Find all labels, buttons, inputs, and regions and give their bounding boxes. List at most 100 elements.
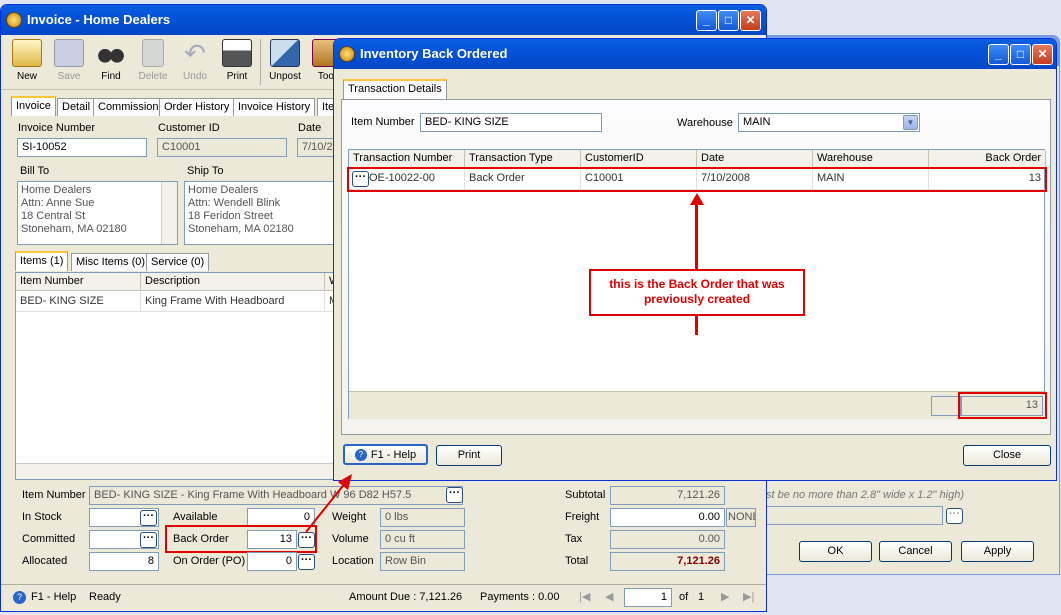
close-button[interactable]: ✕ — [1032, 44, 1053, 65]
apply-button[interactable]: Apply — [961, 541, 1034, 562]
item-lookup-button[interactable]: ··· — [446, 487, 463, 503]
save-label: Save — [57, 71, 81, 82]
page-of-label: of — [679, 591, 689, 603]
committed-detail-button[interactable]: ··· — [140, 532, 157, 548]
ship-to-field[interactable]: Home Dealers Attn: Wendell Blink 18 Feri… — [184, 181, 337, 245]
date-field[interactable]: 7/10/2 — [297, 138, 337, 157]
total-field[interactable]: 7,121.26 — [610, 552, 725, 571]
on-order-field[interactable]: 0 — [247, 552, 297, 571]
table-row[interactable]: BED- KING SIZE King Frame With Headboard… — [16, 292, 338, 312]
tab-invoice-history[interactable]: Invoice History — [233, 98, 316, 116]
tax-label: Tax — [565, 533, 583, 545]
delete-icon — [142, 39, 164, 67]
bo-item-number-label: Item Number — [351, 116, 415, 128]
find-icon — [96, 39, 126, 67]
on-order-detail-button[interactable]: ··· — [298, 554, 315, 570]
logo-path-field[interactable] — [763, 506, 943, 525]
delete-label: Delete — [138, 71, 168, 82]
bill-to-field[interactable]: Home Dealers Attn: Anne Sue 18 Central S… — [17, 181, 178, 245]
total-label: Total — [565, 555, 589, 567]
new-button[interactable]: New — [7, 39, 47, 82]
help-icon[interactable]: ? — [13, 591, 26, 604]
next-page-icon[interactable]: ▶ — [721, 590, 729, 603]
volume-field[interactable]: 0 cu ft — [380, 530, 465, 549]
bo-col-warehouse[interactable]: Warehouse — [813, 150, 929, 168]
logo-size-note: st be no more than 2.8" wide x 1.2" high… — [766, 489, 964, 501]
undo-button[interactable]: ↶ Undo — [175, 39, 215, 82]
tab-order-history[interactable]: Order History — [159, 98, 235, 116]
freight-field[interactable]: 0.00 — [610, 508, 725, 527]
connector-line — [305, 481, 347, 533]
maximize-button[interactable]: □ — [718, 10, 739, 31]
tab-items-list[interactable]: Items (1) — [15, 251, 69, 271]
bill-to-line: Stoneham, MA 02180 — [21, 223, 127, 235]
item-number-field[interactable]: BED- KING SIZE - King Frame With Headboa… — [89, 486, 463, 505]
print-button[interactable]: Print — [436, 445, 502, 466]
invoice-number-field[interactable]: SI-10052 — [17, 138, 147, 157]
tab-detail[interactable]: Detail — [57, 98, 96, 116]
items-grid[interactable]: Item Number Description W BED- KING SIZE… — [15, 272, 339, 480]
bo-col-date[interactable]: Date — [697, 150, 813, 168]
location-field[interactable]: Row Bin — [380, 552, 465, 571]
ok-button[interactable]: OK — [799, 541, 872, 562]
page-number-field[interactable]: 1 — [624, 588, 672, 607]
find-button[interactable]: Find — [91, 39, 131, 82]
bo-warehouse-select[interactable]: MAIN — [738, 113, 920, 132]
location-label: Location — [332, 555, 374, 567]
bo-col-transaction-number[interactable]: Transaction Number — [349, 150, 465, 168]
last-page-icon[interactable]: ▶| — [743, 590, 754, 603]
undo-icon: ↶ — [184, 38, 206, 68]
logo-browse-button[interactable]: ··· — [946, 508, 963, 524]
save-button[interactable]: Save — [49, 39, 89, 82]
maximize-button[interactable]: □ — [1010, 44, 1031, 65]
weight-field[interactable]: 0 lbs — [380, 508, 465, 527]
unpost-button[interactable]: Unpost — [265, 39, 305, 82]
tab-commission[interactable]: Commission — [93, 98, 164, 116]
in-stock-detail-button[interactable]: ··· — [140, 510, 157, 526]
bo-col-customer-id[interactable]: CustomerID — [581, 150, 697, 168]
bill-to-line: Attn: Anne Sue — [21, 197, 95, 209]
bo-item-number-field[interactable]: BED- KING SIZE — [420, 113, 602, 132]
new-label: New — [16, 71, 37, 82]
chevron-down-icon[interactable]: ▼ — [903, 115, 918, 130]
ship-to-line: Attn: Wendell Blink — [188, 197, 281, 209]
backorder-row-highlight — [347, 167, 1047, 192]
print-button[interactable]: Print — [217, 39, 257, 82]
print-icon — [222, 39, 252, 67]
tax-field[interactable]: 0.00 — [610, 530, 725, 549]
tab-transaction-details[interactable]: Transaction Details — [343, 79, 447, 99]
bo-col-back-order[interactable]: Back Order — [929, 150, 1046, 168]
first-page-icon[interactable]: |◀ — [579, 590, 590, 603]
prev-page-icon[interactable]: ◀ — [605, 590, 613, 603]
delete-button[interactable]: Delete — [133, 39, 173, 82]
bill-to-scrollbar[interactable] — [161, 182, 177, 244]
close-dialog-button[interactable]: Close — [963, 445, 1051, 466]
invoice-title: Invoice - Home Dealers — [27, 12, 171, 27]
tab-misc-items[interactable]: Misc Items (0) — [71, 253, 151, 271]
subtotal-field[interactable]: 7,121.26 — [610, 486, 725, 505]
date-label: Date — [298, 122, 322, 134]
items-col-item-number[interactable]: Item Number — [16, 273, 141, 291]
customer-id-field[interactable]: C10001 — [157, 138, 287, 157]
status-help[interactable]: F1 - Help — [31, 591, 76, 603]
subtotal-label: Subtotal — [565, 489, 606, 501]
allocated-label: Allocated — [22, 555, 68, 567]
cancel-button[interactable]: Cancel — [879, 541, 952, 562]
minimize-button[interactable]: _ — [988, 44, 1009, 65]
minimize-button[interactable]: _ — [696, 10, 717, 31]
items-col-description[interactable]: Description — [141, 273, 325, 291]
invoice-tabs: Invoice Detail Commission Order History … — [11, 96, 351, 118]
freight-code-field[interactable]: NONE — [726, 508, 756, 527]
allocated-field[interactable]: 8 — [89, 552, 159, 571]
close-button[interactable]: ✕ — [740, 10, 761, 31]
backorder-title: Inventory Back Ordered — [360, 46, 508, 61]
bo-col-transaction-type[interactable]: Transaction Type — [465, 150, 581, 168]
ship-to-line: Home Dealers — [188, 184, 259, 196]
tab-invoice[interactable]: Invoice — [11, 96, 56, 116]
tab-service[interactable]: Service (0) — [146, 253, 210, 271]
help-button[interactable]: ? F1 - Help — [343, 444, 428, 465]
item-tabs: Items (1) Misc Items (0) Service (0) — [15, 251, 335, 273]
available-label: Available — [173, 511, 218, 523]
items-hscrollbar[interactable] — [16, 463, 336, 479]
status-amount-due: Amount Due : 7,121.26 — [349, 591, 463, 603]
